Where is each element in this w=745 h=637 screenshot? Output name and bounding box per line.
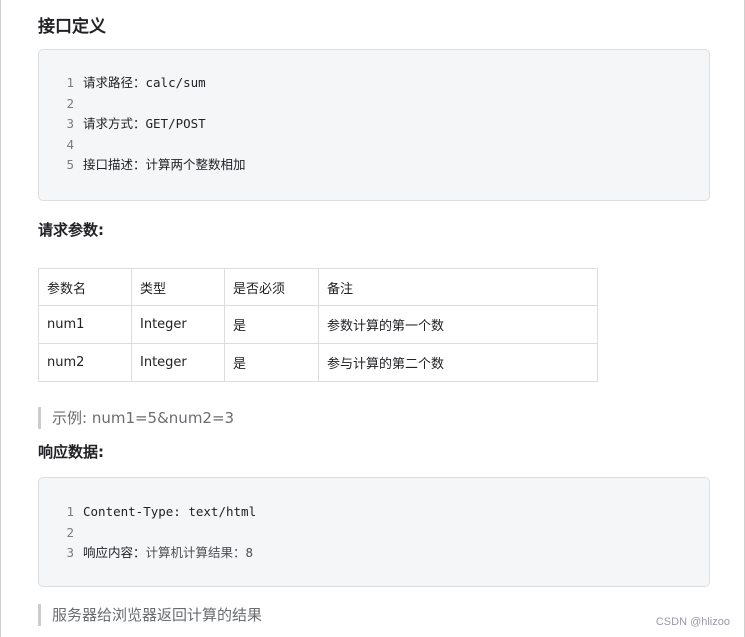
column-header: 是否必须 xyxy=(224,268,319,306)
code-text: 请求路径：calc/sum xyxy=(83,75,206,90)
table-cell: 参与计算的第二个数 xyxy=(318,343,598,382)
column-header: 类型 xyxy=(131,268,225,306)
line-number: 5 xyxy=(66,157,74,172)
table-cell: 是 xyxy=(224,343,319,382)
response-code-block: 1 Content-Type: text/html 2 3 响应内容：计算机计算结果… xyxy=(38,477,710,587)
line-number: 3 xyxy=(66,545,74,560)
code-value: 计算机计算结果：8 xyxy=(145,545,254,560)
table-cell: Integer xyxy=(131,343,225,382)
response-note-blockquote: 服务器给浏览器返回计算的结果 xyxy=(38,604,262,626)
response-data-heading: 响应数据: xyxy=(38,443,104,461)
request-params-heading: 请求参数: xyxy=(38,221,104,239)
table-header-row: 参数名 类型 是否必须 备注 xyxy=(38,268,598,306)
column-header: 参数名 xyxy=(38,268,132,306)
example-blockquote: 示例: num1=5&num2=3 xyxy=(38,407,234,429)
code-line: 3 响应内容：计算机计算结果：8 xyxy=(39,543,253,563)
code-text: 响应内容： xyxy=(83,545,146,560)
column-header: 备注 xyxy=(318,268,598,306)
table-cell: num1 xyxy=(38,305,132,344)
table-cell: 是 xyxy=(224,305,319,344)
line-number: 2 xyxy=(66,525,74,540)
line-number: 3 xyxy=(66,116,74,131)
table-cell: Integer xyxy=(131,305,225,344)
params-table: 参数名 类型 是否必须 备注 num1 Integer 是 参数计算的第一个数 … xyxy=(38,268,598,382)
code-text: Content-Type: text/html xyxy=(83,504,257,519)
table-cell: num2 xyxy=(38,343,132,382)
line-number: 1 xyxy=(66,75,74,90)
watermark: CSDN @hlizoo xyxy=(655,616,730,628)
table-cell: 参数计算的第一个数 xyxy=(318,305,598,344)
code-line: 2 xyxy=(39,94,83,114)
line-number: 4 xyxy=(66,137,74,152)
line-number: 1 xyxy=(66,504,74,519)
interface-definition-heading: 接口定义 xyxy=(38,17,106,37)
code-line: 3 请求方式：GET/POST xyxy=(39,114,206,134)
code-line: 1 Content-Type: text/html xyxy=(39,502,256,522)
code-text: 请求方式：GET/POST xyxy=(83,116,206,131)
line-number: 2 xyxy=(66,96,74,111)
code-line: 5 接口描述：计算两个整数相加 xyxy=(39,155,246,175)
table-row: num2 Integer 是 参与计算的第二个数 xyxy=(38,343,598,382)
code-line: 1 请求路径：calc/sum xyxy=(39,73,206,93)
table-row: num1 Integer 是 参数计算的第一个数 xyxy=(38,305,598,344)
interface-code-block: 1 请求路径：calc/sum 2 3 请求方式：GET/POST 4 5 接口描述：… xyxy=(38,49,710,201)
code-line: 2 xyxy=(39,523,83,543)
code-text: 接口描述：计算两个整数相加 xyxy=(83,157,246,172)
code-line: 4 xyxy=(39,135,83,155)
